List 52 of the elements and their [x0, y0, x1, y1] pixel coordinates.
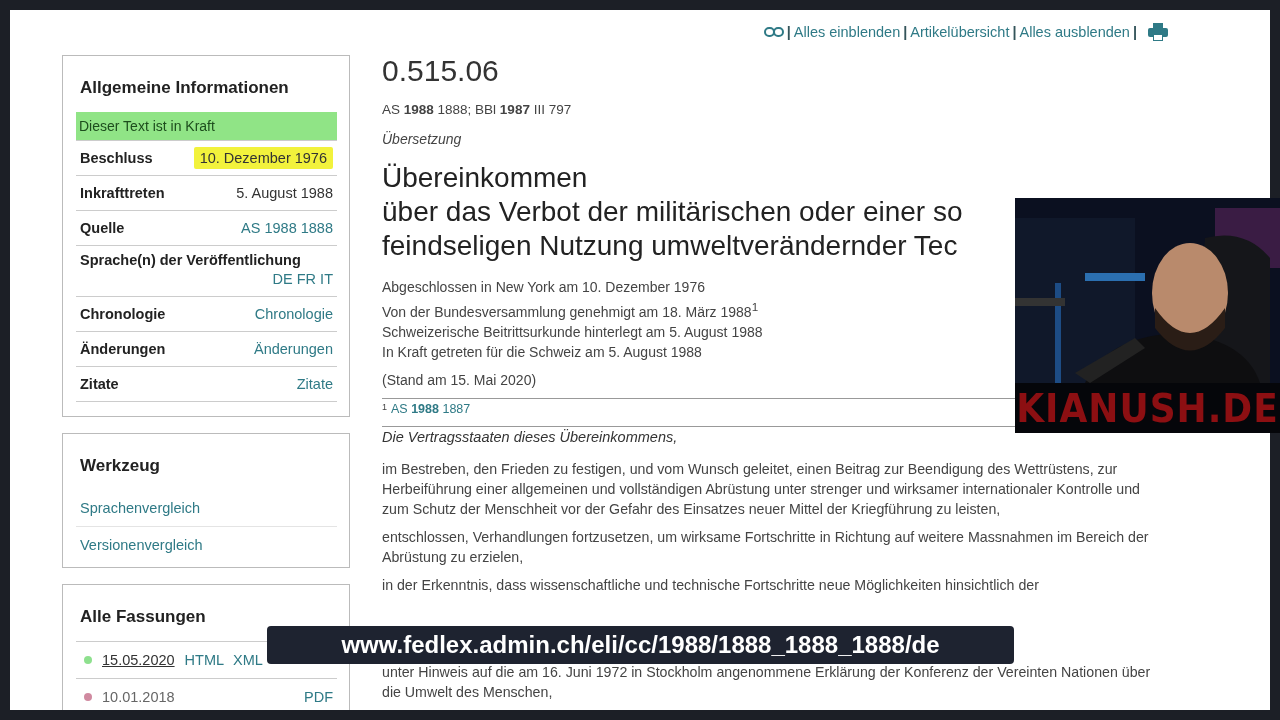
toolbar-link[interactable]: Alles ausblenden [1019, 24, 1130, 41]
info-label: Änderungen [80, 341, 166, 357]
info-label: Beschluss [80, 150, 153, 166]
document-number: 0.515.06 [382, 54, 500, 89]
document-title: über das Verbot der militärischen oder einer so [382, 195, 964, 230]
print-icon[interactable] [1148, 23, 1168, 42]
info-label: Quelle [80, 220, 125, 236]
toolbar-link[interactable]: Artikelübersicht [910, 24, 1010, 41]
paragraph: entschlossen, Verhandlungen fortzusetzen, um wirksame Fortschritte in Richtung auf weitere Massnahmen im Bereich der Abrüstung zu erzielen, [382, 528, 1150, 567]
fact-line: Von der Bundesversammlung genehmigt am 18. März 1988$^{1}$ [382, 299, 760, 322]
link-icon[interactable] [763, 26, 784, 39]
status-banner: Dieser Text ist in Kraft [76, 112, 337, 141]
paragraph: im Bestreben, den Frieden zu festigen, und vom Wunsch geleitet, einen Beitrag zur Beendigung des Wettrüstens, zur Herbeiführung einer allgemeinen und vollständigen Abrüstung unter strenger und wirksamer internationaler Kontrolle und zum Schutz der Menschheit vor der Gefahr des Einsatzes neuer Mittel der Kriegführung zu leisten, [382, 460, 1141, 519]
highlighted-value: 10. Dezember 1976 [193, 147, 333, 169]
separator: | [786, 24, 791, 41]
separator: | [1132, 24, 1137, 41]
paragraph: unter Hinweis auf die am 16. Juni 1972 in Stockholm angenommene Erklärung der Konferenz der Vereinten Nationen über die Umwelt des Menschen, [382, 663, 1152, 702]
separator: | [1012, 24, 1017, 41]
format-link[interactable]: HTML [184, 652, 225, 668]
format-link[interactable]: PDF [304, 689, 333, 705]
info-link[interactable]: Zitate [296, 373, 333, 395]
tool-link[interactable]: Versionenvergleich [76, 527, 337, 563]
version-date[interactable]: 15.05.2020 [102, 652, 175, 668]
info-label: Inkrafttreten [80, 185, 165, 201]
info-value: 5. August 1988 [236, 184, 333, 203]
paragraph: in der Erkenntnis, dass wissenschaftliche und technische Fortschritte neue Möglichkeiten hinsichtlich der [382, 576, 1040, 595]
translation-note: Übersetzung [382, 131, 463, 148]
info-link[interactable]: Chronologie [254, 303, 333, 325]
status-date: (Stand am 15. Mai 2020) [382, 372, 538, 388]
info-link[interactable]: AS 1988 1888 [241, 217, 333, 239]
info-label: Zitate [80, 376, 119, 392]
version-date[interactable]: 10.01.2018 [102, 689, 175, 705]
fact-line: Schweizerische Beitrittsurkunde hinterlegt am 5. August 1988 [382, 323, 764, 342]
footnote-mark: 1 [382, 402, 387, 412]
panel-title: Alle Fassungen [80, 607, 207, 627]
fact-line: In Kraft getreten für die Schweiz am 5. August 1988 [382, 343, 703, 362]
info-label: Chronologie [80, 306, 166, 322]
info-label: Sprache(n) der Veröffentlichung [80, 252, 301, 268]
panel-title: Werkzeug [80, 456, 161, 476]
reference-line: AS 1988 1888; BBl 1987 III 797 [382, 102, 573, 118]
toolbar-link[interactable]: Alles einblenden [793, 24, 901, 41]
document-title: feindseligen Nutzung umweltverändernder Tec [382, 229, 959, 264]
url-caption: www.fedlex.admin.ch/eli/cc/1988/1888_1888_1888/de [267, 626, 1014, 664]
fact-line: Abgeschlossen in New York am 10. Dezember 1976 [382, 278, 706, 298]
separator: | [903, 24, 908, 41]
info-link[interactable]: DE FR IT [272, 268, 333, 290]
footnote-link[interactable]: AS 1988 1887 [391, 402, 471, 416]
info-link[interactable]: Änderungen [254, 338, 333, 360]
tool-link[interactable]: Sprachenvergleich [76, 490, 337, 526]
panel-title: Allgemeine Informationen [80, 78, 290, 98]
format-link[interactable]: XML [233, 652, 263, 668]
document-title: Übereinkommen [382, 161, 589, 196]
